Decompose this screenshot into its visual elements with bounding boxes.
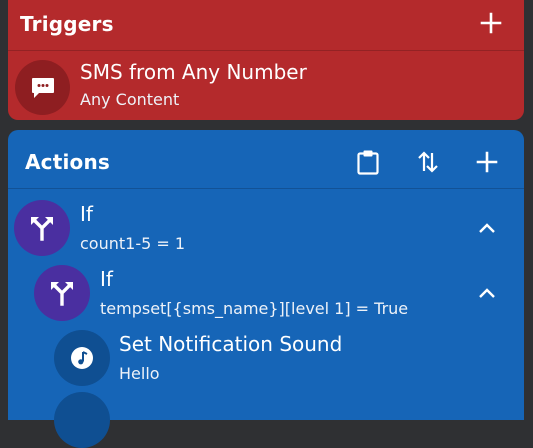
action-item-set-notification-sound[interactable]: Set Notification Sound Hello [8,326,524,390]
collapse-button[interactable] [470,211,504,245]
branch-icon [14,200,70,256]
chevron-up-icon [479,223,495,233]
action-item-subtitle: Hello [119,364,160,383]
add-trigger-button[interactable] [474,6,508,40]
sms-icon [15,60,70,115]
trigger-item-subtitle: Any Content [80,90,180,109]
chevron-up-icon [479,288,495,298]
trigger-item[interactable]: SMS from Any Number Any Content [8,54,524,115]
trigger-item-title: SMS from Any Number [80,60,307,84]
triggers-divider [8,50,524,51]
plus-icon [480,12,502,34]
triggers-title: Triggers [20,12,114,36]
paste-button[interactable] [351,145,385,179]
actions-divider [8,188,524,189]
action-item-subtitle: count1-5 = 1 [80,234,186,253]
actions-panel: Actions If count1-5 = 1 If tempset[{sms_… [8,130,524,448]
next-action-icon [54,392,110,448]
swap-vertical-icon [418,151,438,173]
triggers-panel: Triggers SMS from Any Number Any Content [8,0,524,120]
add-action-button[interactable] [470,145,504,179]
plus-icon [476,151,498,173]
action-item-title: If [80,202,93,226]
action-item-title: If [100,267,113,291]
branch-icon [34,265,90,321]
clipboard-icon [357,150,379,175]
action-item-title: Set Notification Sound [119,332,343,356]
reorder-button[interactable] [411,145,445,179]
action-item-if-1[interactable]: If count1-5 = 1 [8,196,524,260]
collapse-button[interactable] [470,276,504,310]
action-item-subtitle: tempset[{sms_name}][level 1] = True [100,299,409,318]
actions-title: Actions [25,150,111,174]
music-note-icon [54,330,110,386]
action-item-if-2[interactable]: If tempset[{sms_name}][level 1] = True [8,261,524,325]
